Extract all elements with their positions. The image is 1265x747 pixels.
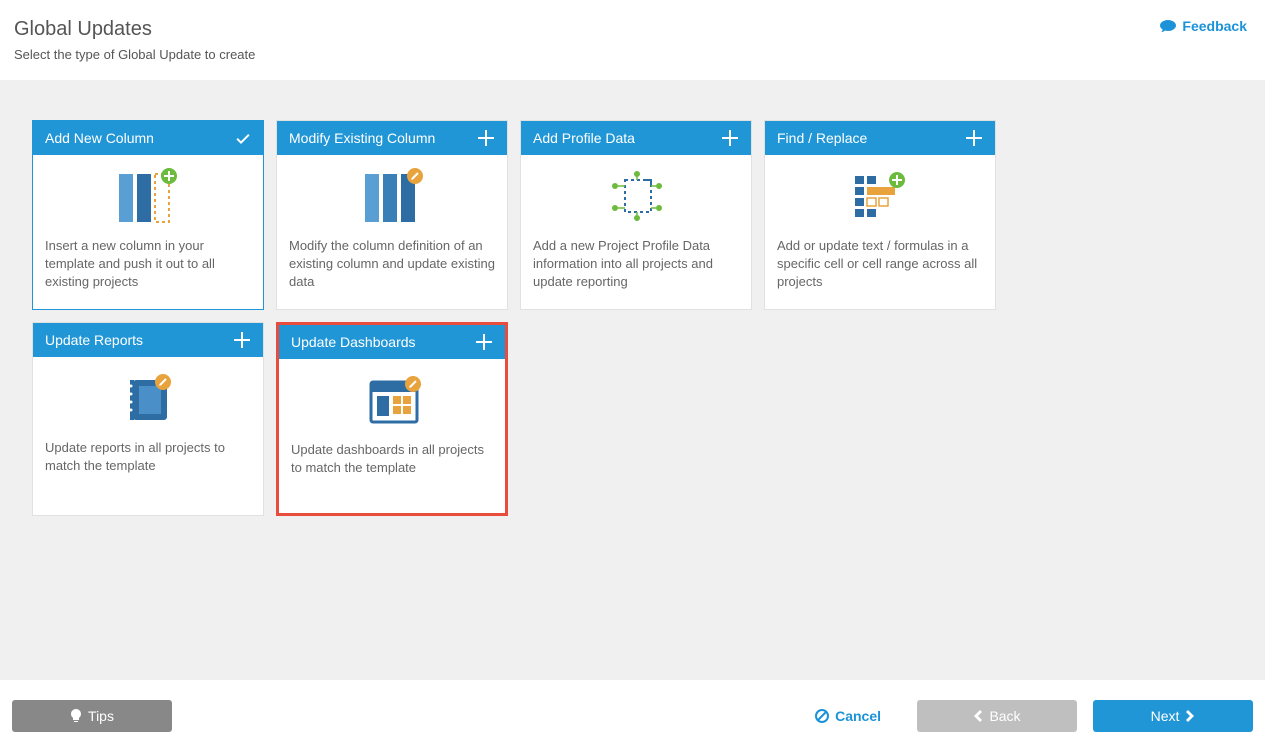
card-add-profile-data[interactable]: Add Profile Data Add a new Project Profi… xyxy=(520,120,752,310)
card-title: Update Reports xyxy=(45,332,143,348)
check-icon xyxy=(235,130,251,146)
cancel-icon xyxy=(815,709,829,723)
plus-icon xyxy=(233,331,251,349)
next-label: Next xyxy=(1151,708,1180,724)
chevron-right-icon xyxy=(1185,710,1195,722)
tips-label: Tips xyxy=(88,708,114,724)
plus-icon xyxy=(475,333,493,351)
card-description: Insert a new column in your template and… xyxy=(33,231,263,309)
plus-icon xyxy=(965,129,983,147)
card-title: Add New Column xyxy=(45,130,154,146)
cancel-button[interactable]: Cancel xyxy=(799,700,897,732)
card-add-new-column[interactable]: Add New Column Insert a new column in yo… xyxy=(32,120,264,310)
footer-bar: Tips Cancel Back Next xyxy=(0,685,1265,747)
card-icon xyxy=(279,359,505,435)
card-description: Add or update text / formulas in a speci… xyxy=(765,231,995,309)
card-header: Add Profile Data xyxy=(521,121,751,155)
card-icon xyxy=(277,155,507,231)
card-description: Add a new Project Profile Data informati… xyxy=(521,231,751,309)
card-update-reports[interactable]: Update Reports Update reports in all pro… xyxy=(32,322,264,516)
feedback-label: Feedback xyxy=(1182,18,1247,34)
page-subtitle: Select the type of Global Update to crea… xyxy=(14,47,1251,62)
plus-icon xyxy=(477,129,495,147)
card-update-dashboards[interactable]: Update Dashboards Update dashboards in a… xyxy=(276,322,508,516)
plus-icon xyxy=(721,129,739,147)
card-icon xyxy=(521,155,751,231)
card-modify-existing-column[interactable]: Modify Existing Column Modify the column… xyxy=(276,120,508,310)
tips-button[interactable]: Tips xyxy=(12,700,172,732)
lightbulb-icon xyxy=(70,709,82,723)
card-find-replace[interactable]: Find / Replace Add or update text / form… xyxy=(764,120,996,310)
feedback-icon xyxy=(1160,19,1176,33)
back-button[interactable]: Back xyxy=(917,700,1077,732)
page-header: Global Updates Select the type of Global… xyxy=(0,0,1265,80)
card-description: Update reports in all projects to match … xyxy=(33,433,263,511)
card-icon xyxy=(33,357,263,433)
cancel-label: Cancel xyxy=(835,708,881,724)
card-header: Find / Replace xyxy=(765,121,995,155)
chevron-left-icon xyxy=(973,710,983,722)
next-button[interactable]: Next xyxy=(1093,700,1253,732)
card-description: Update dashboards in all projects to mat… xyxy=(279,435,505,513)
card-header: Modify Existing Column xyxy=(277,121,507,155)
card-header: Update Reports xyxy=(33,323,263,357)
page-title: Global Updates xyxy=(14,18,1251,41)
card-icon xyxy=(765,155,995,231)
content-area: Add New Column Insert a new column in yo… xyxy=(0,80,1265,680)
card-grid: Add New Column Insert a new column in yo… xyxy=(32,120,1233,516)
feedback-link[interactable]: Feedback xyxy=(1160,18,1247,34)
back-label: Back xyxy=(989,708,1020,724)
card-title: Find / Replace xyxy=(777,130,867,146)
card-title: Update Dashboards xyxy=(291,334,416,350)
card-header: Add New Column xyxy=(33,121,263,155)
card-title: Modify Existing Column xyxy=(289,130,435,146)
card-header: Update Dashboards xyxy=(279,325,505,359)
card-title: Add Profile Data xyxy=(533,130,635,146)
card-icon xyxy=(33,155,263,231)
card-description: Modify the column definition of an exist… xyxy=(277,231,507,309)
